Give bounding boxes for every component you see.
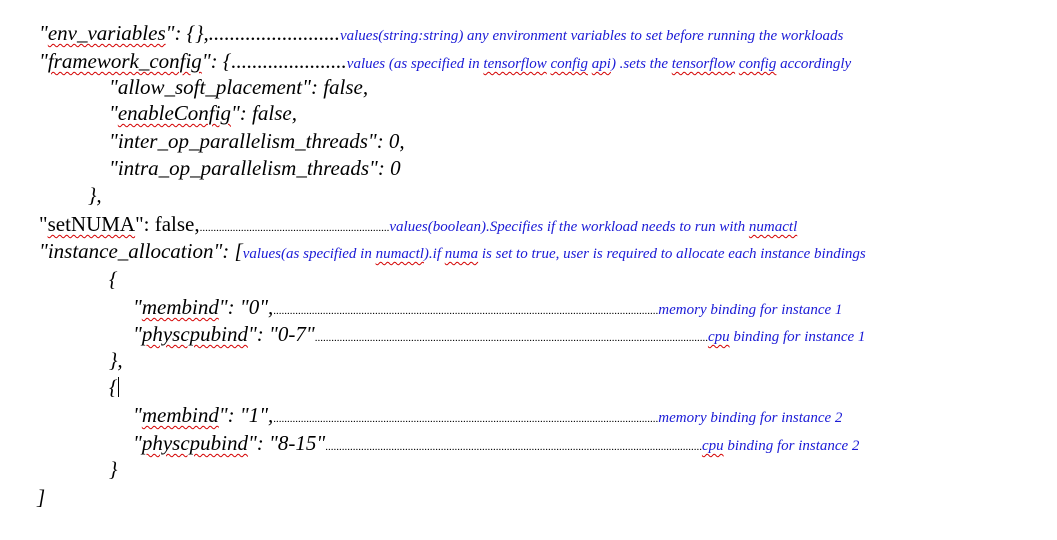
note-word-numactl: numactl bbox=[375, 246, 424, 262]
quote: " bbox=[133, 431, 142, 455]
physcpubind-value: ": "0-7" bbox=[247, 322, 315, 346]
intra-op-line: "intra_op_parallelism_threads": 0 bbox=[109, 156, 401, 180]
note-word-numactl: numactl bbox=[748, 219, 798, 235]
env-variables-note: values(string:string) any environment va… bbox=[339, 28, 844, 44]
note-text: values(boolean).Specifies if the workloa… bbox=[389, 219, 749, 235]
framework-config-key: framework_config bbox=[47, 49, 202, 73]
instance-allocation-note: values(as specified in numactl).if numa … bbox=[243, 246, 866, 262]
note-text: ).if bbox=[423, 246, 445, 262]
note-text: values(as specified in bbox=[242, 246, 376, 262]
physcpubind-1-line: "physcpubind": "0-7"....................… bbox=[133, 321, 865, 351]
membind-1-line: "membind": "0",.........................… bbox=[133, 294, 842, 324]
physcpubind-2-line: "physcpubind": "8-15"...................… bbox=[133, 430, 859, 460]
env-variables-value: ": {}, bbox=[165, 21, 209, 45]
instance-allocation-line: "instance_allocation": [values(as specif… bbox=[39, 238, 866, 267]
instance-allocation-close: ] bbox=[37, 485, 46, 509]
framework-config-line: "framework_config": {...................… bbox=[39, 48, 851, 77]
note-text: binding for instance 1 bbox=[729, 329, 866, 345]
note-word-config: config bbox=[550, 56, 589, 72]
framework-config-open: ": { bbox=[201, 49, 232, 73]
framework-config-close: }, bbox=[88, 183, 102, 207]
note-word-config: config bbox=[738, 56, 777, 72]
membind-2-note: memory binding for instance 2 bbox=[658, 410, 843, 426]
env-variables-line: "env_variables": {},....................… bbox=[39, 20, 843, 49]
leader-dots: ........................................… bbox=[325, 441, 702, 453]
note-word-cpu: cpu bbox=[701, 438, 724, 454]
membind-value: ": "0", bbox=[218, 295, 274, 319]
note-word-tensorflow: tensorflow bbox=[483, 56, 547, 72]
note-word-cpu: cpu bbox=[707, 329, 730, 345]
instance-2-close: } bbox=[109, 457, 118, 481]
physcpubind-1-note: cpu binding for instance 1 bbox=[708, 329, 866, 345]
allow-soft-placement-line: "allow_soft_placement": false, bbox=[109, 75, 369, 99]
note-word-tensorflow: tensorflow bbox=[671, 56, 736, 72]
enable-config-key: enableConfig bbox=[117, 101, 231, 125]
physcpubind-2-note: cpu binding for instance 2 bbox=[702, 438, 860, 454]
membind-key: membind bbox=[141, 403, 219, 427]
membind-value: ": "1", bbox=[218, 403, 274, 427]
note-text: binding for instance 2 bbox=[723, 438, 860, 454]
enable-config-line: "enableConfig": false, bbox=[109, 100, 297, 126]
inter-op-line: "inter_op_parallelism_threads": 0, bbox=[109, 129, 405, 153]
quote: " bbox=[133, 403, 142, 427]
quote: " bbox=[109, 101, 118, 125]
framework-config-note: values (as specified in tensorflow confi… bbox=[347, 56, 851, 72]
leader-dots: ........................................… bbox=[273, 305, 659, 317]
membind-key: membind bbox=[141, 295, 219, 319]
brace: { bbox=[109, 375, 118, 399]
leader-dots: ......................... bbox=[208, 21, 340, 45]
note-word-numa: numa bbox=[444, 246, 479, 262]
instance-1-open: { bbox=[109, 267, 118, 291]
instance-allocation-key: "instance_allocation": [ bbox=[39, 239, 243, 263]
leader-dots: ...................... bbox=[231, 49, 347, 73]
membind-2-line: "membind": "1",.........................… bbox=[133, 402, 842, 432]
quote: " bbox=[133, 295, 142, 319]
instance-2-open: { bbox=[109, 374, 120, 400]
leader-dots: ........................................… bbox=[273, 413, 659, 425]
quote: " bbox=[133, 322, 142, 346]
leader-dots: ........................................… bbox=[199, 222, 390, 234]
note-word-api: api bbox=[591, 56, 611, 72]
physcpubind-value: ": "8-15" bbox=[247, 431, 326, 455]
quote: " bbox=[39, 212, 48, 236]
env-variables-key: env_variables bbox=[47, 21, 166, 45]
set-numa-note: values(boolean).Specifies if the workloa… bbox=[389, 219, 797, 235]
physcpubind-key: physcpubind bbox=[141, 322, 248, 346]
quote: " bbox=[39, 21, 48, 45]
note-text: ) .sets the bbox=[610, 56, 672, 72]
text-cursor bbox=[118, 377, 120, 397]
membind-1-note: memory binding for instance 1 bbox=[658, 302, 843, 318]
set-numa-value: ": false, bbox=[135, 212, 200, 236]
leader-dots: ........................................… bbox=[314, 332, 708, 344]
set-numa-key: setNUMA bbox=[47, 212, 136, 236]
enable-config-value: ": false, bbox=[230, 101, 297, 125]
note-text: accordingly bbox=[776, 56, 852, 72]
note-text: values (as specified in bbox=[346, 56, 484, 72]
set-numa-line: "setNUMA": false,.......................… bbox=[39, 211, 797, 241]
physcpubind-key: physcpubind bbox=[141, 431, 248, 455]
quote: " bbox=[39, 49, 48, 73]
note-text: is set to true, user is required to allo… bbox=[478, 246, 866, 262]
document-page[interactable]: "env_variables": {},....................… bbox=[0, 0, 1057, 540]
instance-1-close: }, bbox=[109, 348, 123, 372]
